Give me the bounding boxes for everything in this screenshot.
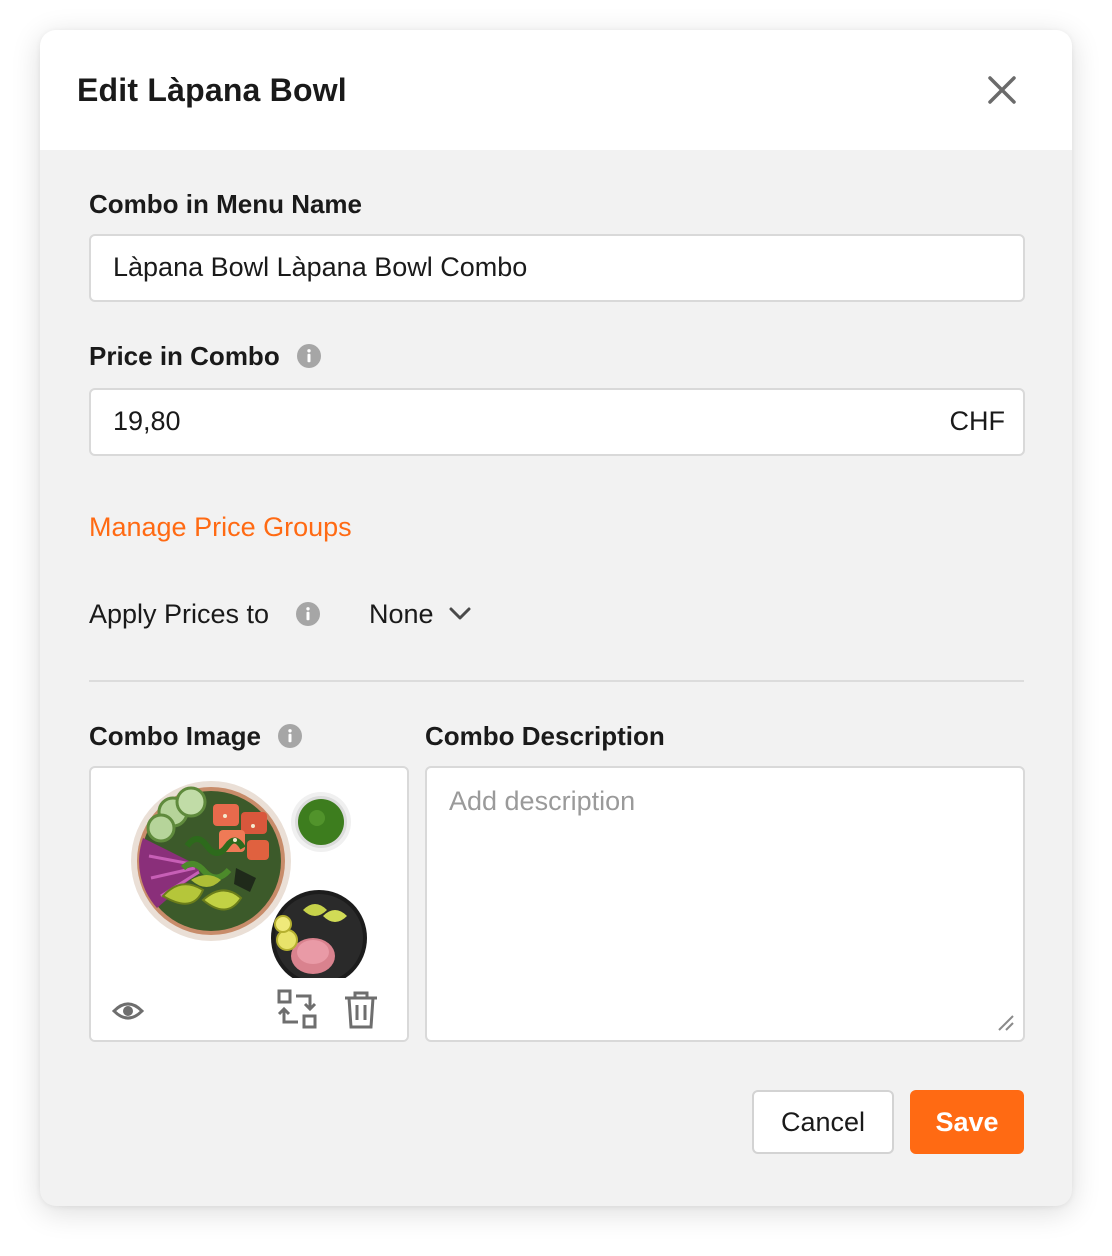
combo-name-value: Làpana Bowl Làpana Bowl Combo [113,252,528,282]
info-icon[interactable] [296,602,320,626]
close-button[interactable] [982,70,1022,110]
combo-description-label: Combo Description [425,721,665,751]
info-icon[interactable] [278,724,303,749]
trash-icon[interactable] [343,990,379,1030]
dialog-title: Edit Làpana Bowl [77,72,347,108]
dialog-header: Edit Làpana Bowl [40,30,1072,150]
chevron-down-icon [449,607,471,620]
combo-name-input[interactable]: Làpana Bowl Làpana Bowl Combo [89,234,1025,302]
replace-icon[interactable] [276,988,318,1030]
section-divider [89,680,1024,682]
eye-icon[interactable] [111,994,145,1028]
save-button[interactable]: Save [910,1090,1024,1154]
combo-description-textarea[interactable]: Add description [425,766,1025,1042]
resize-grip-icon[interactable] [995,1012,1015,1032]
manage-price-groups-link[interactable]: Manage Price Groups [89,510,352,544]
combo-image-label: Combo Image [89,721,261,751]
price-label: Price in Combo [89,341,280,371]
price-value: 19,80 [113,406,181,436]
close-icon [988,76,1016,104]
price-label-row: Price in Combo [89,340,321,372]
description-placeholder: Add description [449,786,636,816]
currency-suffix: CHF [949,406,1006,436]
combo-name-label: Combo in Menu Name [89,189,363,219]
apply-prices-dropdown[interactable]: None [369,597,474,631]
combo-image-label-row: Combo Image [89,720,303,752]
combo-image-box[interactable] [89,766,409,1042]
cancel-button[interactable]: Cancel [752,1090,894,1154]
info-icon[interactable] [296,344,321,369]
apply-prices-label: Apply Prices to [89,599,270,629]
edit-combo-dialog: Edit Làpana Bowl Combo in Menu Name Làpa… [40,30,1072,1206]
apply-prices-value: None [369,599,434,629]
price-input[interactable]: 19,80 CHF [89,388,1025,456]
